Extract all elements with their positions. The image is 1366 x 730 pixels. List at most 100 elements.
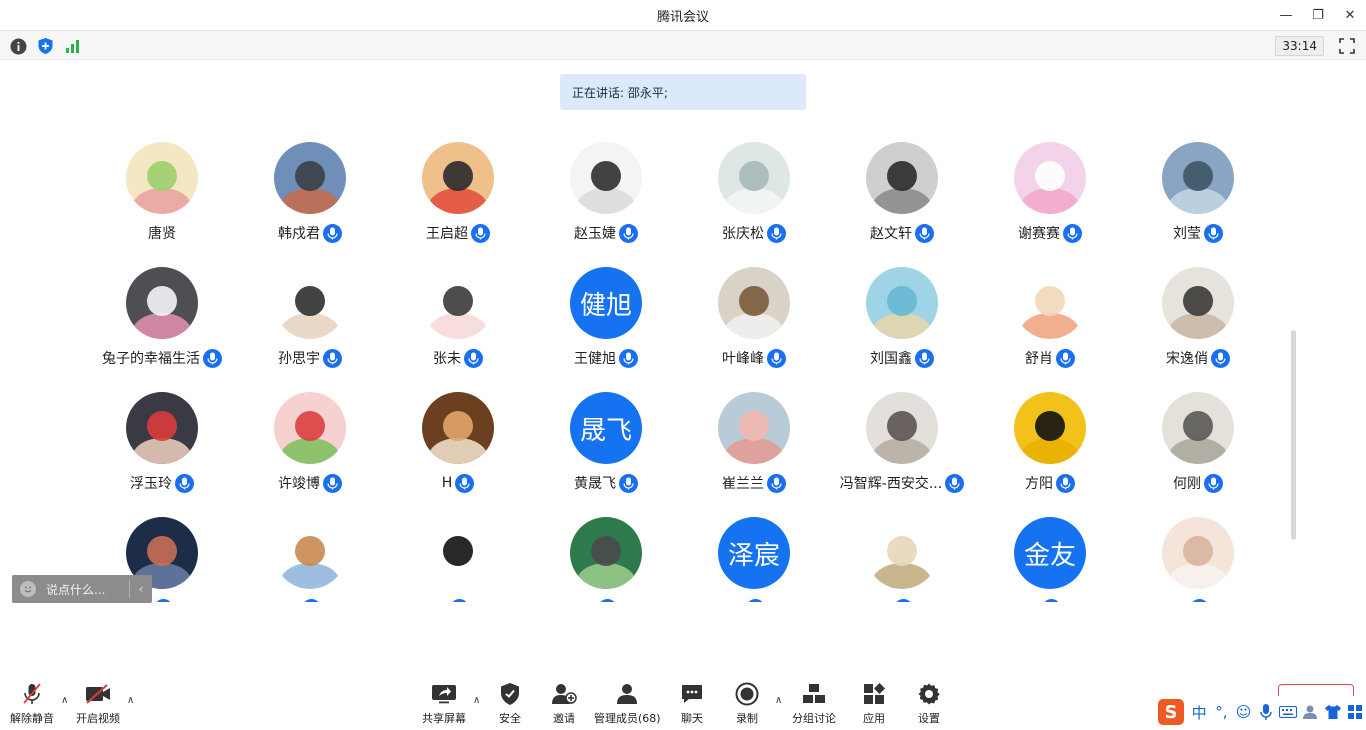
participant-tile[interactable]: 方阳 — [976, 370, 1124, 495]
avatar — [1014, 142, 1086, 214]
participant-name: 唐贤 — [148, 226, 176, 242]
record-options-caret-icon[interactable]: ∧ — [775, 695, 782, 706]
mic-status-icon — [619, 473, 638, 493]
chat-label: 聊天 — [681, 712, 703, 725]
mic-status-icon — [154, 598, 173, 602]
participant-tile[interactable]: 许竣博 — [236, 370, 384, 495]
fullscreen-icon[interactable] — [1338, 37, 1356, 55]
participant-tile[interactable]: 宋逸俏 — [1124, 245, 1272, 370]
ime-emoji-icon[interactable]: ☺ — [1232, 700, 1254, 724]
participant-name-row: 刘莹 — [1104, 223, 1292, 243]
participant-tile[interactable] — [828, 495, 976, 602]
participant-tile[interactable]: 兔子的幸福生活 — [88, 245, 236, 370]
participant-tile[interactable]: 韩戍君 — [236, 120, 384, 245]
participant-tile[interactable]: 舒肖 — [976, 245, 1124, 370]
avatar — [126, 392, 198, 464]
ime-punctuation-toggle[interactable]: °, — [1210, 700, 1232, 724]
participant-tile[interactable]: 叶峰峰 — [680, 245, 828, 370]
video-options-caret-icon[interactable]: ∧ — [127, 695, 134, 706]
minimize-icon[interactable]: — — [1270, 0, 1302, 30]
participant-name: 孙思宇 — [278, 351, 320, 367]
participant-tile[interactable]: 冯智辉-西安交... — [828, 370, 976, 495]
ime-language-toggle[interactable]: 中 — [1188, 700, 1210, 724]
audio-options-caret-icon[interactable]: ∧ — [61, 695, 68, 706]
chat-placeholder[interactable]: 说点什么... — [46, 581, 105, 598]
participant-tile[interactable]: 健旭 王健旭 — [532, 245, 680, 370]
settings-button[interactable]: 设置 — [915, 681, 943, 726]
collapse-chevron-icon[interactable]: ‹ — [130, 582, 152, 596]
avatar — [1162, 267, 1234, 339]
participant-name: 兔子的幸福生活 — [102, 351, 200, 367]
participant-tile[interactable]: 何刚 — [1124, 370, 1272, 495]
participant-tile[interactable]: 孙思宇 — [236, 245, 384, 370]
mic-status-icon — [323, 473, 342, 493]
participant-tile[interactable] — [532, 495, 680, 602]
mic-status-icon — [767, 348, 786, 368]
shield-icon[interactable] — [36, 37, 54, 55]
participant-name: 叶峰峰 — [722, 351, 764, 367]
participant-tile[interactable]: 谢赛赛 — [976, 120, 1124, 245]
participant-tile[interactable]: 赵文轩 — [828, 120, 976, 245]
participant-tile[interactable]: 赵玉婕 — [532, 120, 680, 245]
participant-name: 崔兰兰 — [722, 476, 764, 492]
participant-tile[interactable]: 泽宸 — [680, 495, 828, 602]
participant-tile[interactable]: 崔兰兰 — [680, 370, 828, 495]
participant-name: 浮玉玲 — [130, 476, 172, 492]
manage-members-button[interactable]: 管理成员(68) — [594, 681, 661, 726]
close-icon[interactable]: ✕ — [1334, 0, 1366, 30]
ime-skin-icon[interactable] — [1321, 700, 1343, 724]
start-video-button[interactable]: 开启视频 — [76, 681, 120, 726]
security-shield-icon — [496, 681, 524, 707]
quick-chat-box[interactable]: 说点什么... ‹ — [12, 575, 152, 603]
participant-tile[interactable] — [384, 495, 532, 602]
mic-status-icon — [450, 598, 469, 602]
chat-button[interactable]: 聊天 — [678, 681, 706, 726]
participant-tile[interactable] — [1124, 495, 1272, 602]
participant-tile[interactable]: 张庆松 — [680, 120, 828, 245]
avatar — [1014, 267, 1086, 339]
participant-tile[interactable]: 张未 — [384, 245, 532, 370]
manage-members-label: 管理成员(68) — [594, 712, 661, 725]
participant-name: 张未 — [433, 351, 461, 367]
emoji-icon[interactable] — [20, 581, 36, 597]
mic-status-icon — [915, 223, 934, 243]
avatar — [274, 267, 346, 339]
participant-tile[interactable]: H — [384, 370, 532, 495]
participant-name: 何刚 — [1173, 476, 1201, 492]
share-screen-button[interactable]: 共享屏幕 — [422, 681, 466, 726]
restore-icon[interactable]: ❐ — [1302, 0, 1334, 30]
participant-name: 赵文轩 — [870, 226, 912, 242]
ime-keyboard-icon[interactable] — [1277, 700, 1299, 724]
participant-tile[interactable]: 刘国鑫 — [828, 245, 976, 370]
participant-tile[interactable]: 王启超 — [384, 120, 532, 245]
ime-user-icon[interactable] — [1299, 700, 1321, 724]
unmute-button[interactable]: 解除静音 — [10, 681, 54, 726]
mic-status-icon — [619, 348, 638, 368]
ime-menu-icon[interactable] — [1344, 700, 1366, 724]
participant-tile[interactable]: 晟飞 黄晟飞 — [532, 370, 680, 495]
participant-tile[interactable]: 刘莹 — [1124, 120, 1272, 245]
apps-button[interactable]: 应用 — [860, 681, 888, 726]
invite-button[interactable]: 邀请 — [550, 681, 578, 726]
share-options-caret-icon[interactable]: ∧ — [473, 695, 480, 706]
signal-icon[interactable] — [64, 37, 82, 55]
security-button[interactable]: 安全 — [496, 681, 524, 726]
participant-tile[interactable] — [236, 495, 384, 602]
participant-name: H — [441, 475, 453, 491]
mic-status-icon — [323, 223, 342, 243]
grid-scrollbar[interactable] — [1291, 330, 1296, 540]
participant-tile[interactable]: 金友 — [976, 495, 1124, 602]
participant-name: 方阳 — [1025, 476, 1053, 492]
record-button[interactable]: 录制 — [733, 681, 761, 726]
apps-label: 应用 — [863, 712, 885, 725]
sogou-logo-icon[interactable]: S — [1158, 699, 1184, 725]
avatar — [126, 142, 198, 214]
mic-status-icon — [1042, 598, 1061, 602]
avatar — [570, 517, 642, 589]
participant-tile[interactable]: 唐贤 — [88, 120, 236, 245]
info-icon[interactable] — [9, 37, 27, 55]
breakout-button[interactable]: 分组讨论 — [792, 681, 836, 726]
participant-tile[interactable]: 浮玉玲 — [88, 370, 236, 495]
ime-voice-icon[interactable] — [1255, 700, 1277, 724]
avatar-initials: 金友 — [1014, 517, 1086, 589]
